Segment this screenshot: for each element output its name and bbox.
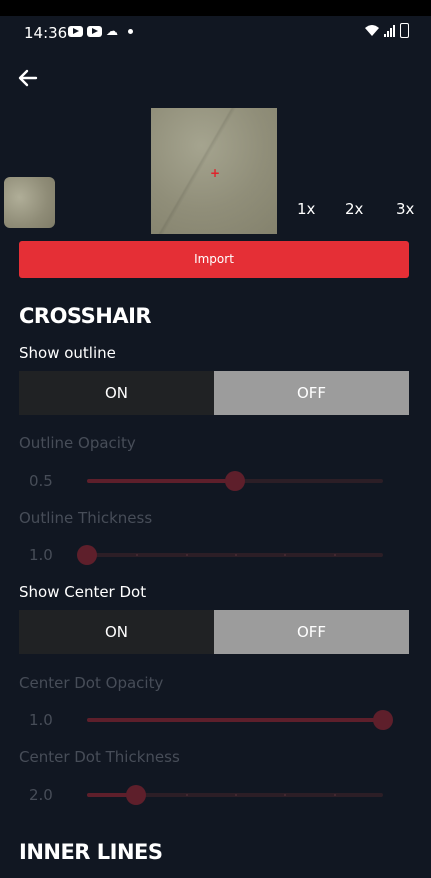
youtube-icon [68, 25, 83, 37]
slider-fill [87, 479, 235, 483]
center-dot-thickness-value: 2.0 [29, 786, 53, 804]
slider-thumb[interactable] [77, 545, 97, 565]
center-dot-thickness-slider[interactable] [87, 785, 383, 805]
more-notifications-icon [128, 28, 133, 34]
slider-tick [235, 794, 237, 796]
slider-fill [87, 718, 383, 722]
signal-icon [384, 24, 395, 37]
center-dot-opacity-slider[interactable] [87, 710, 393, 730]
status-time: 14:36 [24, 24, 68, 42]
center-dot-opacity-label: Center Dot Opacity [19, 674, 164, 692]
show-center-dot-on-button[interactable]: ON [19, 610, 214, 654]
show-outline-toggle: ON OFF [19, 371, 409, 415]
slider-tick [136, 554, 139, 556]
slider-thumb[interactable] [126, 785, 147, 805]
show-center-dot-toggle: ON OFF [19, 610, 409, 654]
slider-tick [185, 794, 188, 796]
outline-opacity-label: Outline Opacity [19, 434, 136, 452]
show-center-dot-label: Show Center Dot [19, 583, 147, 601]
slider-tick [284, 794, 287, 796]
slider-thumb[interactable] [373, 710, 393, 730]
slider-ticks [87, 554, 383, 556]
center-dot-opacity-value: 1.0 [29, 711, 53, 729]
section-title-inner-lines: INNER LINES [19, 840, 163, 864]
show-outline-on-button[interactable]: ON [19, 371, 214, 415]
zoom-2x-button[interactable]: 2x [345, 200, 363, 218]
outline-thickness-slider[interactable] [77, 545, 383, 565]
crosshair-marker-icon: + [210, 166, 221, 180]
crosshair-preview: + [151, 108, 277, 234]
outline-opacity-value: 0.5 [29, 472, 53, 490]
system-icons [364, 23, 409, 38]
slider-tick [185, 554, 188, 556]
outline-opacity-slider[interactable] [87, 471, 383, 491]
slider-tick [333, 794, 336, 796]
zoom-1x-button[interactable]: 1x [297, 200, 315, 218]
show-center-dot-off-button[interactable]: OFF [214, 610, 409, 654]
show-outline-label: Show outline [19, 344, 116, 362]
outline-thickness-value: 1.0 [29, 546, 53, 564]
battery-icon [400, 23, 409, 38]
import-button[interactable]: Import [19, 241, 409, 278]
show-outline-off-button[interactable]: OFF [214, 371, 409, 415]
outline-thickness-label: Outline Thickness [19, 509, 153, 527]
section-title-crosshair: CROSSHAIR [19, 304, 152, 328]
status-bar: 14:36 ☁ [0, 0, 431, 48]
slider-tick [284, 554, 287, 556]
weather-icon: ☁ [106, 24, 118, 38]
back-arrow-icon[interactable] [16, 66, 40, 90]
original-image-thumbnail[interactable] [4, 177, 55, 228]
center-dot-thickness-label: Center Dot Thickness [19, 748, 180, 766]
slider-tick [333, 554, 336, 556]
slider-thumb[interactable] [225, 471, 245, 491]
slider-tick [235, 554, 237, 556]
wifi-icon [365, 25, 379, 36]
youtube-icon [87, 25, 102, 37]
zoom-3x-button[interactable]: 3x [396, 200, 414, 218]
notification-icons: ☁ [68, 24, 133, 38]
